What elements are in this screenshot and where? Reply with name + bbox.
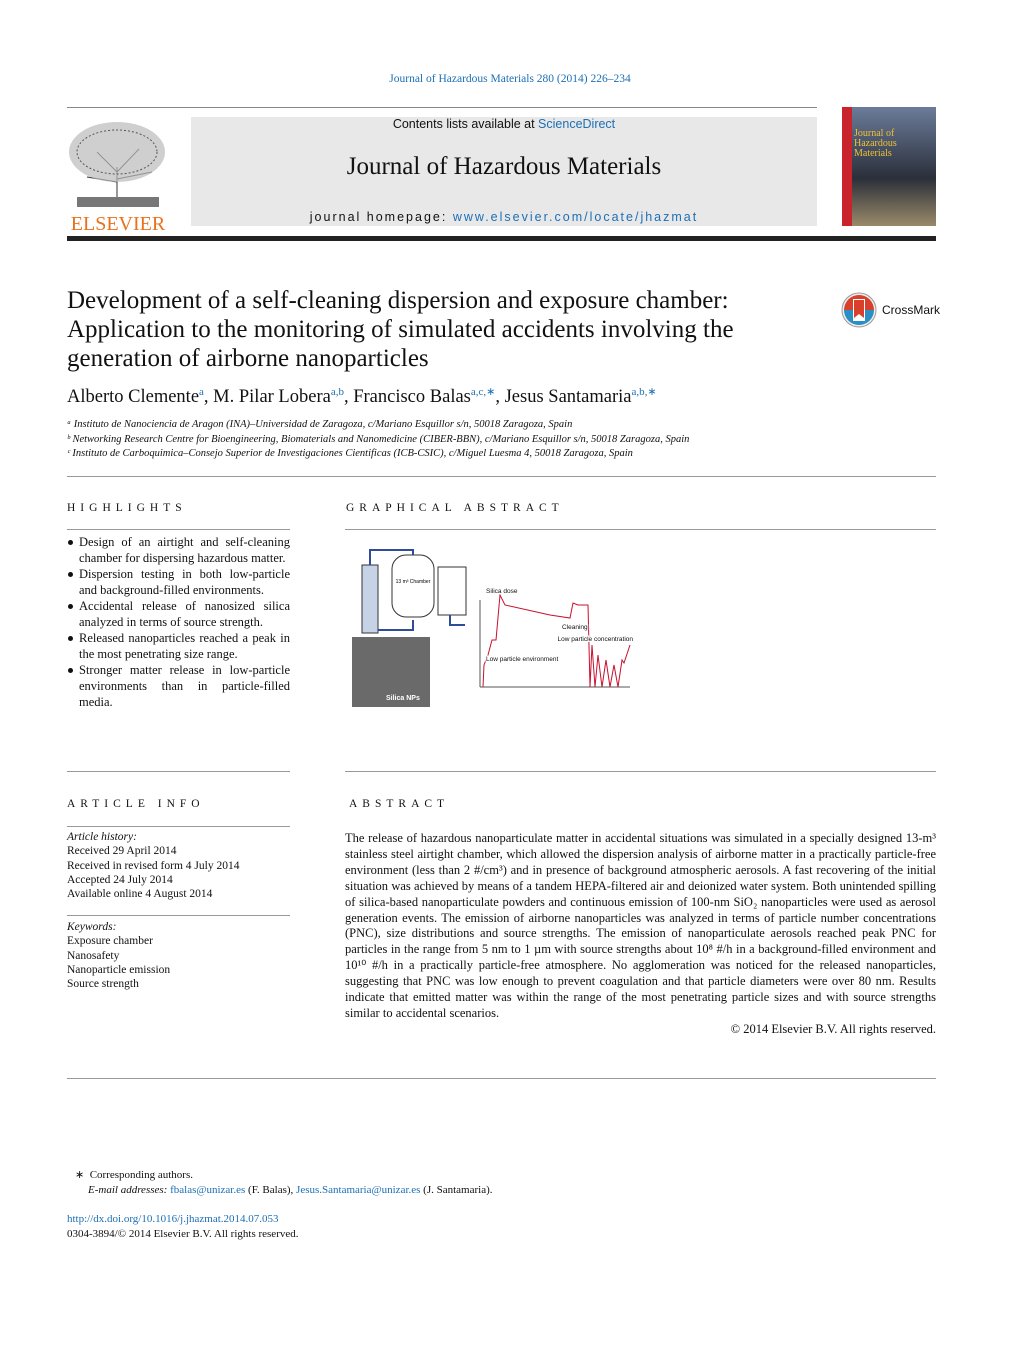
divider [67, 826, 290, 827]
highlight-item: Dispersion testing in both low-particle … [67, 566, 290, 598]
chamber-label: 13 m³ Chamber [396, 579, 431, 585]
email-link[interactable]: fbalas@unizar.es [170, 1184, 245, 1196]
doi-link[interactable]: http://dx.doi.org/10.1016/j.jhazmat.2014… [67, 1213, 279, 1225]
history-item: Available online 4 August 2014 [67, 888, 213, 901]
crossmark-label: CrossMark [882, 303, 941, 317]
highlights-heading: HIGHLIGHTS [67, 502, 187, 514]
annotation: Cleaning [562, 624, 588, 631]
author[interactable]: M. Pilar Lobera [213, 387, 331, 407]
article-history: Article history: Received 29 April 2014 … [67, 830, 239, 901]
annotation: Silica dose [486, 588, 518, 595]
affiliation: ᶜ Instituto de Carboquimica–Consejo Supe… [67, 448, 633, 459]
history-item: Received 29 April 2014 [67, 845, 177, 858]
graphical-abstract-figure: 13 m³ Chamber Silica NPs Silica dose Cle… [350, 545, 635, 710]
keyword: Nanosafety [67, 949, 120, 962]
article-info-heading: ARTICLE INFO [67, 798, 205, 810]
crossmark-icon [841, 292, 877, 328]
author-sup: a [199, 386, 204, 398]
divider [67, 529, 290, 530]
divider [67, 476, 936, 477]
crossmark-button[interactable]: CrossMark [840, 291, 940, 329]
email-owner: (F. Balas), [245, 1183, 297, 1196]
affiliations: ᵃ Instituto de Nanociencia de Aragon (IN… [67, 418, 689, 462]
elsevier-logo: ELSEVIER [67, 117, 169, 234]
chamber [391, 554, 435, 618]
highlight-item: Accidental release of nanosized silica a… [67, 598, 290, 630]
divider [67, 771, 290, 772]
abstract: The release of hazardous nanoparticulate… [345, 831, 936, 1038]
annotation: Low particle environment [486, 656, 558, 663]
corresponding-note: Corresponding authors. [89, 1169, 193, 1181]
doi-block: http://dx.doi.org/10.1016/j.jhazmat.2014… [67, 1212, 299, 1241]
hepa-unit [437, 566, 467, 616]
history-item: Received in revised form 4 July 2014 [67, 859, 240, 872]
keyword: Nanoparticle emission [67, 963, 171, 976]
highlight-item: Design of an airtight and self-cleaning … [67, 534, 290, 566]
filter-column [361, 564, 379, 634]
journal-title: Journal of Hazardous Materials [346, 153, 662, 180]
footnote-star: ∗ [75, 1169, 85, 1181]
highlights-list: Design of an airtight and self-cleaning … [67, 534, 290, 710]
divider [67, 107, 817, 108]
author-sup: a,b [330, 386, 344, 398]
keyword: Exposure chamber [67, 935, 153, 948]
abstract-heading: ABSTRACT [349, 798, 450, 810]
annotation: Low particle concentration [557, 636, 633, 643]
contents-prefix: Contents lists available at [392, 117, 539, 131]
email-link[interactable]: Jesus.Santamaria@unizar.es [296, 1184, 420, 1196]
homepage-line: journal homepage: www.elsevier.com/locat… [191, 210, 817, 224]
author-sup: a,c,∗ [470, 386, 496, 398]
email-label: E-mail addresses: [88, 1183, 171, 1196]
homepage-prefix: journal homepage: [309, 210, 453, 224]
elsevier-wordmark: ELSEVIER [70, 213, 166, 235]
article-title: Development of a self-cleaning dispersio… [67, 287, 734, 372]
keyword: Source strength [67, 978, 139, 991]
affiliation: ᵇ Networking Research Centre for Bioengi… [67, 433, 690, 445]
keywords: Keywords: Exposure chamber Nanosafety Na… [67, 920, 170, 991]
keywords-label: Keywords: [67, 921, 117, 933]
affiliation: ᵃ Instituto de Nanociencia de Aragon (IN… [67, 419, 573, 430]
author[interactable]: Francisco Balas [353, 387, 471, 407]
divider [67, 1078, 936, 1079]
author[interactable]: Alberto Clemente [67, 387, 199, 407]
issn-line: 0304-3894/© 2014 Elsevier B.V. All right… [67, 1227, 299, 1240]
cover-title: Journal of Hazardous Materials [854, 128, 897, 159]
graphical-abstract-heading: GRAPHICAL ABSTRACT [346, 502, 564, 514]
highlight-item: Stronger matter release in low-particle … [67, 662, 290, 710]
footnote: ∗ Corresponding authors. E-mail addresse… [75, 1168, 493, 1197]
author[interactable]: Jesus Santamaria [505, 387, 632, 407]
journal-cover: Journal of Hazardous Materials [842, 107, 936, 226]
sem-label: Silica NPs [386, 695, 420, 702]
email-owner: (J. Santamaria). [420, 1183, 493, 1196]
history-item: Accepted 24 July 2014 [67, 873, 173, 886]
abstract-copyright: © 2014 Elsevier B.V. All rights reserved… [730, 1021, 936, 1036]
divider [345, 529, 936, 530]
divider [345, 771, 936, 772]
history-label: Article history: [67, 831, 137, 843]
contents-line: Contents lists available at ScienceDirec… [191, 117, 817, 131]
sciencedirect-link[interactable]: ScienceDirect [538, 117, 615, 131]
journal-reference[interactable]: Journal of Hazardous Materials 280 (2014… [0, 73, 1020, 85]
divider [67, 915, 290, 916]
author-list: Alberto Clementea, M. Pilar Loberaa,b, F… [67, 386, 657, 408]
homepage-link[interactable]: www.elsevier.com/locate/jhazmat [453, 210, 698, 224]
abstract-text: The release of hazardous nanoparticulate… [345, 831, 936, 1020]
author-sup: a,b,∗ [631, 386, 657, 398]
journal-banner: Contents lists available at ScienceDirec… [191, 117, 817, 226]
highlight-item: Released nanoparticles reached a peak in… [67, 630, 290, 662]
header-rule [67, 236, 936, 241]
